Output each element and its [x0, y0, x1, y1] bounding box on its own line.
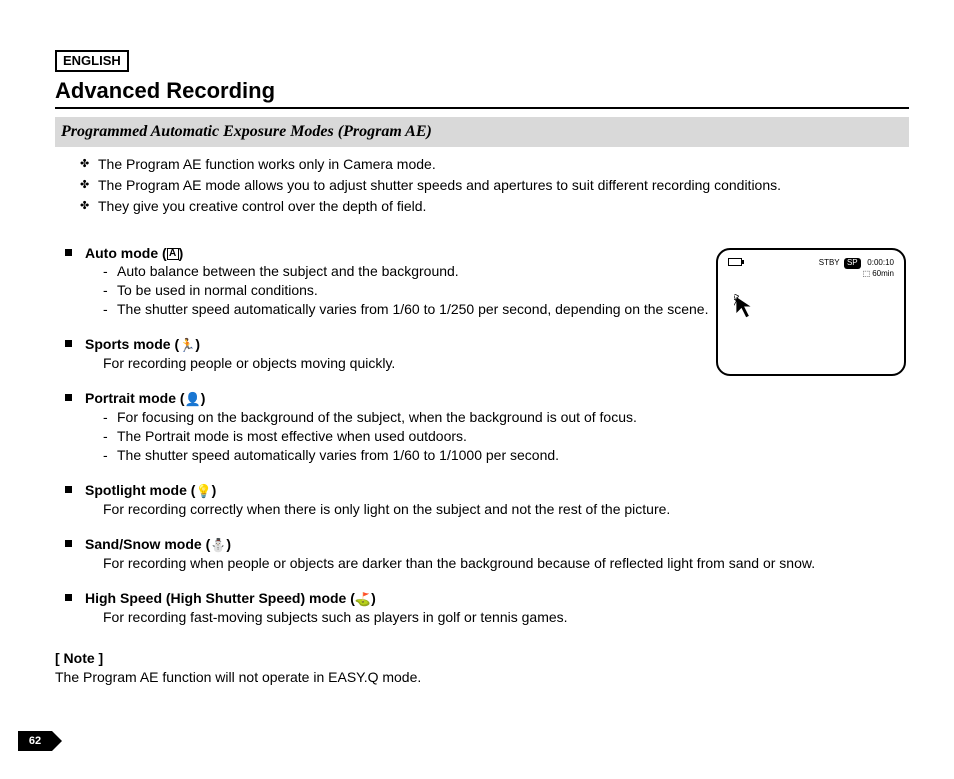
intro-list: The Program AE function works only in Ca…: [55, 155, 909, 216]
mode-portrait-item: For focusing on the background of the su…: [103, 408, 909, 427]
screen-time: 0:00:10: [867, 258, 894, 267]
mode-portrait-item: The Portrait mode is most effective when…: [103, 427, 909, 446]
language-tag: ENGLISH: [55, 50, 129, 72]
intro-item: The Program AE mode allows you to adjust…: [80, 176, 909, 195]
cursor-icon: [734, 294, 756, 323]
section-heading: Programmed Automatic Exposure Modes (Pro…: [55, 117, 909, 147]
screen-remain: 60min: [872, 269, 894, 278]
mode-sand-snow: Sand/Snow mode (⛄) For recording when pe…: [65, 535, 909, 573]
high-speed-icon: ⛳: [355, 591, 371, 606]
mode-portrait: Portrait mode (👤) For focusing on the ba…: [65, 389, 909, 465]
mode-high-speed: High Speed (High Shutter Speed) mode (⛳)…: [65, 589, 909, 627]
mode-auto-title: Auto mode (A): [85, 245, 183, 261]
sand-snow-icon: ⛄: [210, 537, 226, 552]
mode-portrait-item: The shutter speed automatically varies f…: [103, 446, 909, 465]
intro-item: The Program AE function works only in Ca…: [80, 155, 909, 174]
tape-icon: ⬚: [863, 269, 871, 280]
camera-screen: STBY SP 0:00:10 ⬚60min: [716, 248, 906, 376]
portrait-icon: 👤: [185, 392, 201, 407]
mode-auto-item: The shutter speed automatically varies f…: [103, 300, 735, 319]
note-block: [ Note ] The Program AE function will no…: [55, 649, 909, 687]
mode-auto-item: To be used in normal conditions.: [103, 281, 735, 300]
screen-sp: SP: [844, 258, 861, 269]
intro-item: They give you creative control over the …: [80, 197, 909, 216]
mode-sand-snow-desc: For recording when people or objects are…: [85, 554, 909, 573]
mode-auto-item: Auto balance between the subject and the…: [103, 262, 735, 281]
sports-icon: 🏃: [179, 338, 195, 353]
note-label: [ Note ]: [55, 649, 909, 668]
mode-high-speed-desc: For recording fast-moving subjects such …: [85, 608, 909, 627]
mode-spotlight-desc: For recording correctly when there is on…: [85, 500, 909, 519]
screen-stby: STBY: [819, 258, 840, 267]
spotlight-icon: 💡: [195, 483, 211, 498]
battery-icon: [728, 258, 742, 266]
note-text: The Program AE function will not operate…: [55, 668, 909, 687]
auto-icon: A: [167, 248, 179, 260]
page-number: 62: [18, 731, 52, 751]
page-title: Advanced Recording: [55, 76, 909, 110]
mode-spotlight: Spotlight mode (💡) For recording correct…: [65, 481, 909, 519]
